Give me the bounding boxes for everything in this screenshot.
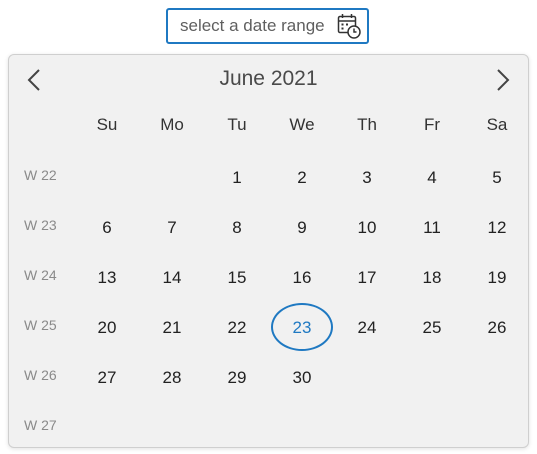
calendar-day[interactable]: 18 [401,253,463,303]
weekday-label: Tu [227,115,247,134]
calendar-week-row: W 24 13 14 15 16 17 18 19 [9,253,528,303]
calendar-day[interactable]: 11 [401,203,463,253]
calendar-popup: June 2021 Su Mo Tu We Th Fr Sa W 22 1 2 3 4 5… [8,54,529,448]
calendar-day[interactable]: 6 [76,203,138,253]
weekday-label: We [289,115,315,134]
calendar-day[interactable]: 10 [336,203,398,253]
calendar-day[interactable]: 29 [206,353,268,403]
calendar-day-today[interactable]: 23 [271,303,333,353]
calendar-day[interactable]: 15 [206,253,268,303]
calendar-day[interactable]: 21 [141,303,203,353]
calendar-day[interactable]: 20 [76,303,138,353]
calendar-day[interactable]: 9 [271,203,333,253]
calendar-week-row: W 26 27 28 29 30 [9,353,528,403]
calendar-day[interactable]: 19 [466,253,528,303]
weekday-label: Su [96,115,118,134]
weekday-label: Fr [423,115,441,134]
week-number: W 25 [24,317,57,333]
calendar-day[interactable]: 3 [336,153,398,203]
weekday-label: Mo [160,115,184,134]
calendar-day[interactable]: 5 [466,153,528,203]
date-range-placeholder: select a date range [180,16,325,35]
calendar-day[interactable]: 1 [206,153,268,203]
calendar-day[interactable]: 22 [206,303,268,353]
calendar-clock-icon[interactable] [337,13,361,39]
calendar-day[interactable]: 26 [466,303,528,353]
calendar-day[interactable]: 30 [271,353,333,403]
month-title[interactable]: June 2021 [9,65,528,93]
week-number: W 22 [24,167,57,183]
next-month-button[interactable] [488,65,518,95]
calendar-day[interactable]: 13 [76,253,138,303]
week-number: W 23 [24,217,57,233]
calendar-week-row: W 22 1 2 3 4 5 [9,153,528,203]
weekday-label: Th [357,115,377,134]
calendar-day[interactable]: 4 [401,153,463,203]
calendar-week-row: W 23 6 7 8 9 10 11 12 [9,203,528,253]
week-number: W 24 [24,267,57,283]
calendar-day[interactable]: 7 [141,203,203,253]
week-number: W 27 [24,417,57,433]
calendar-day[interactable]: 8 [206,203,268,253]
calendar-day[interactable]: 28 [141,353,203,403]
chevron-right-icon [497,69,510,91]
calendar-day[interactable]: 24 [336,303,398,353]
weekday-label: Sa [486,115,508,134]
calendar-week-row: W 27 [9,403,528,453]
calendar-week-row: W 25 20 21 22 23 24 25 26 [9,303,528,353]
calendar-day[interactable]: 2 [271,153,333,203]
calendar-day[interactable]: 25 [401,303,463,353]
calendar-day[interactable]: 27 [76,353,138,403]
calendar-day[interactable]: 17 [336,253,398,303]
date-range-input[interactable]: select a date range [166,8,369,44]
weekday-header: Su Mo Tu We Th Fr Sa [9,115,528,141]
week-number: W 26 [24,367,57,383]
calendar-day[interactable]: 14 [141,253,203,303]
calendar-day[interactable]: 12 [466,203,528,253]
calendar-day[interactable]: 16 [271,253,333,303]
